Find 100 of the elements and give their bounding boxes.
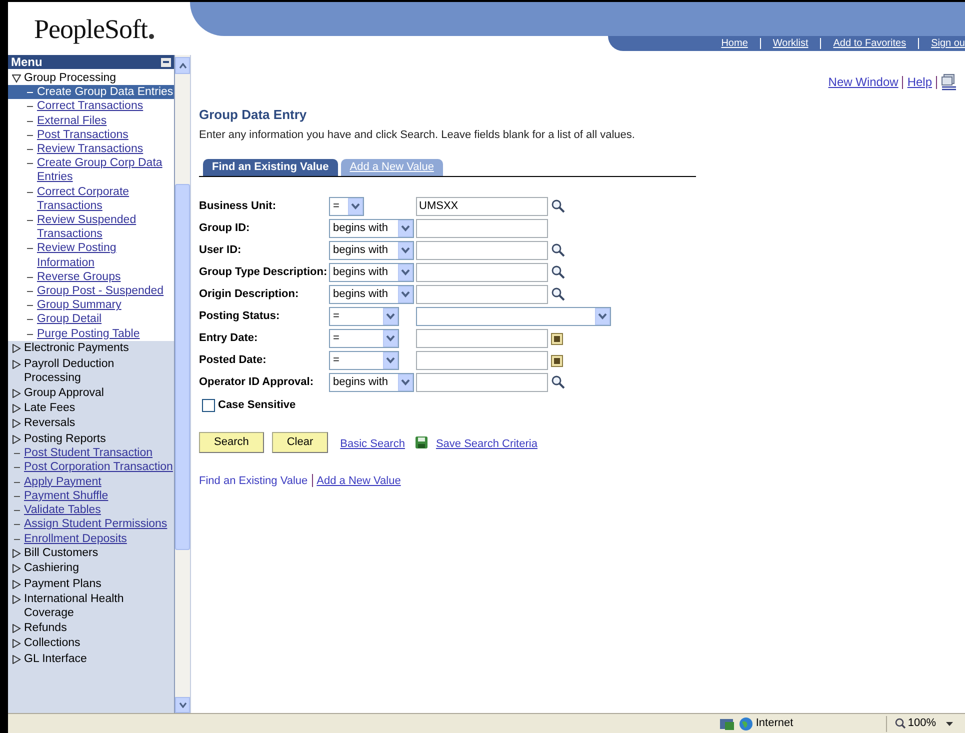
zoom-level[interactable]: 100%	[908, 715, 936, 732]
operator-select[interactable]: begins with	[329, 284, 414, 304]
calendar-icon[interactable]	[551, 332, 563, 344]
collapsed-arrow-icon[interactable]	[12, 388, 21, 398]
menu-link[interactable]: Group Post - Suspended	[37, 284, 164, 298]
expanded-arrow-icon[interactable]	[12, 74, 21, 82]
collapsed-arrow-icon[interactable]	[12, 654, 21, 664]
collapsed-arrow-icon[interactable]	[12, 360, 21, 369]
collapsed-arrow-icon[interactable]	[12, 564, 21, 574]
input-field[interactable]	[416, 284, 548, 304]
menu-link[interactable]: Apply Payment	[24, 474, 102, 489]
menu-folder[interactable]: GL Interface	[24, 652, 87, 666]
bottom-link[interactable]: Find an Existing Value	[199, 472, 308, 489]
menu-link[interactable]: External Files	[37, 114, 107, 128]
menu-link[interactable]: Review Suspended Transactions	[37, 213, 174, 242]
dash-icon	[14, 524, 20, 526]
zoom-icon[interactable]	[894, 718, 906, 729]
operator-select[interactable]: =	[329, 306, 399, 326]
menu-link[interactable]: Purge Posting Table	[37, 326, 140, 341]
menu-folder[interactable]: Late Fees	[24, 401, 76, 416]
menu-folder[interactable]: Posting Reports	[24, 432, 106, 446]
input-field[interactable]	[416, 328, 548, 348]
search-icon[interactable]	[551, 265, 565, 279]
collapsed-arrow-icon[interactable]	[12, 404, 21, 414]
search-form-button[interactable]: Search	[199, 432, 264, 452]
operator-select[interactable]: =	[329, 350, 399, 370]
menu-folder[interactable]: Electronic Payments	[24, 341, 129, 356]
operator-select[interactable]: begins with	[329, 262, 414, 282]
menu-folder[interactable]: Reversals	[24, 416, 76, 431]
menu-folder[interactable]: Group Approval	[24, 386, 104, 400]
nav-link[interactable]: Home	[721, 36, 748, 51]
status-select[interactable]	[416, 306, 611, 326]
dash-icon	[27, 92, 33, 94]
search-form-button[interactable]: Clear	[272, 432, 328, 452]
collapse-icon[interactable]	[161, 58, 171, 66]
menu-link[interactable]: Review Posting Information	[37, 241, 174, 270]
top-link[interactable]: New Window	[828, 73, 898, 91]
scrollbar[interactable]	[175, 55, 190, 713]
field-label: Origin Description:	[199, 286, 300, 302]
menu-folder[interactable]: Bill Customers	[24, 546, 98, 560]
save-search-link[interactable]: Save Search Criteria	[436, 436, 538, 452]
menu-link[interactable]: Group Summary	[37, 298, 122, 312]
nav-link[interactable]: Add to Favorites	[833, 36, 906, 51]
menu-link[interactable]: Post Student Transaction	[24, 446, 152, 460]
menu-link[interactable]: Correct Corporate Transactions	[37, 184, 174, 214]
search-icon[interactable]	[551, 375, 565, 389]
collapsed-arrow-icon[interactable]	[12, 594, 21, 604]
menu-link[interactable]: Assign Student Permissions	[24, 517, 168, 532]
copy-url-icon[interactable]	[941, 74, 957, 90]
menu-link[interactable]: Reverse Groups	[37, 270, 121, 284]
dropdown-arrow-icon[interactable]	[946, 722, 953, 726]
search-icon[interactable]	[551, 287, 565, 301]
menu-link[interactable]: Create Group Corp Data Entries	[37, 156, 174, 185]
menu-folder[interactable]: Payroll Deduction Processing	[24, 356, 174, 385]
menu-folder[interactable]: Refunds	[24, 621, 67, 636]
menu-folder[interactable]: International Health Coverage	[24, 592, 174, 620]
operator-select[interactable]: begins with	[329, 240, 414, 260]
menu-folder[interactable]: Group Processing	[24, 70, 116, 85]
input-field[interactable]: UMSXX	[416, 196, 548, 216]
input-field[interactable]	[416, 262, 548, 282]
input-field[interactable]	[416, 240, 548, 260]
menu-link[interactable]: Enrollment Deposits	[24, 532, 127, 546]
menu-link[interactable]: Review Transactions	[37, 142, 144, 156]
search-icon[interactable]	[551, 243, 565, 257]
menu-link[interactable]: Post Corporation Transaction	[24, 460, 173, 475]
bottom-link[interactable]: Add a New Value	[316, 472, 401, 489]
operator-select[interactable]: =	[329, 196, 364, 216]
menu-folder[interactable]: Cashiering	[24, 561, 79, 576]
scroll-up-icon[interactable]	[178, 62, 186, 68]
input-field[interactable]	[416, 218, 548, 238]
menu-folder[interactable]: Collections	[24, 636, 80, 651]
operator-select[interactable]: begins with	[329, 372, 414, 392]
menu-link[interactable]: Group Detail	[37, 312, 102, 327]
top-link[interactable]: Help	[907, 73, 932, 91]
collapsed-arrow-icon[interactable]	[12, 580, 21, 589]
collapsed-arrow-icon[interactable]	[12, 434, 21, 444]
input-field[interactable]	[416, 372, 548, 392]
collapsed-arrow-icon[interactable]	[12, 549, 21, 558]
collapsed-arrow-icon[interactable]	[12, 624, 21, 634]
operator-select[interactable]: begins with	[329, 218, 414, 238]
basic-search-link[interactable]: Basic Search	[340, 436, 405, 452]
nav-link[interactable]: Worklist	[772, 36, 808, 51]
tab[interactable]: Find an Existing Value	[203, 159, 338, 176]
menu-link[interactable]: Payment Shuffle	[24, 488, 108, 504]
menu-folder[interactable]: Payment Plans	[24, 576, 102, 591]
menu-link[interactable]: Validate Tables	[24, 503, 101, 518]
checkbox[interactable]	[202, 398, 215, 412]
collapsed-arrow-icon[interactable]	[12, 639, 21, 648]
operator-select[interactable]: =	[329, 328, 399, 348]
field-label: Operator ID Approval:	[199, 374, 314, 390]
collapsed-arrow-icon[interactable]	[12, 344, 21, 354]
collapsed-arrow-icon[interactable]	[12, 419, 21, 428]
nav-link[interactable]: Sign ou	[931, 36, 965, 51]
calendar-icon[interactable]	[551, 354, 563, 366]
search-icon[interactable]	[551, 199, 565, 213]
menu-link[interactable]: Post Transactions	[37, 128, 128, 142]
scroll-down-icon[interactable]	[178, 702, 186, 708]
menu-link[interactable]: Correct Transactions	[37, 99, 144, 114]
input-field[interactable]	[416, 350, 548, 370]
dash-icon	[27, 220, 33, 222]
